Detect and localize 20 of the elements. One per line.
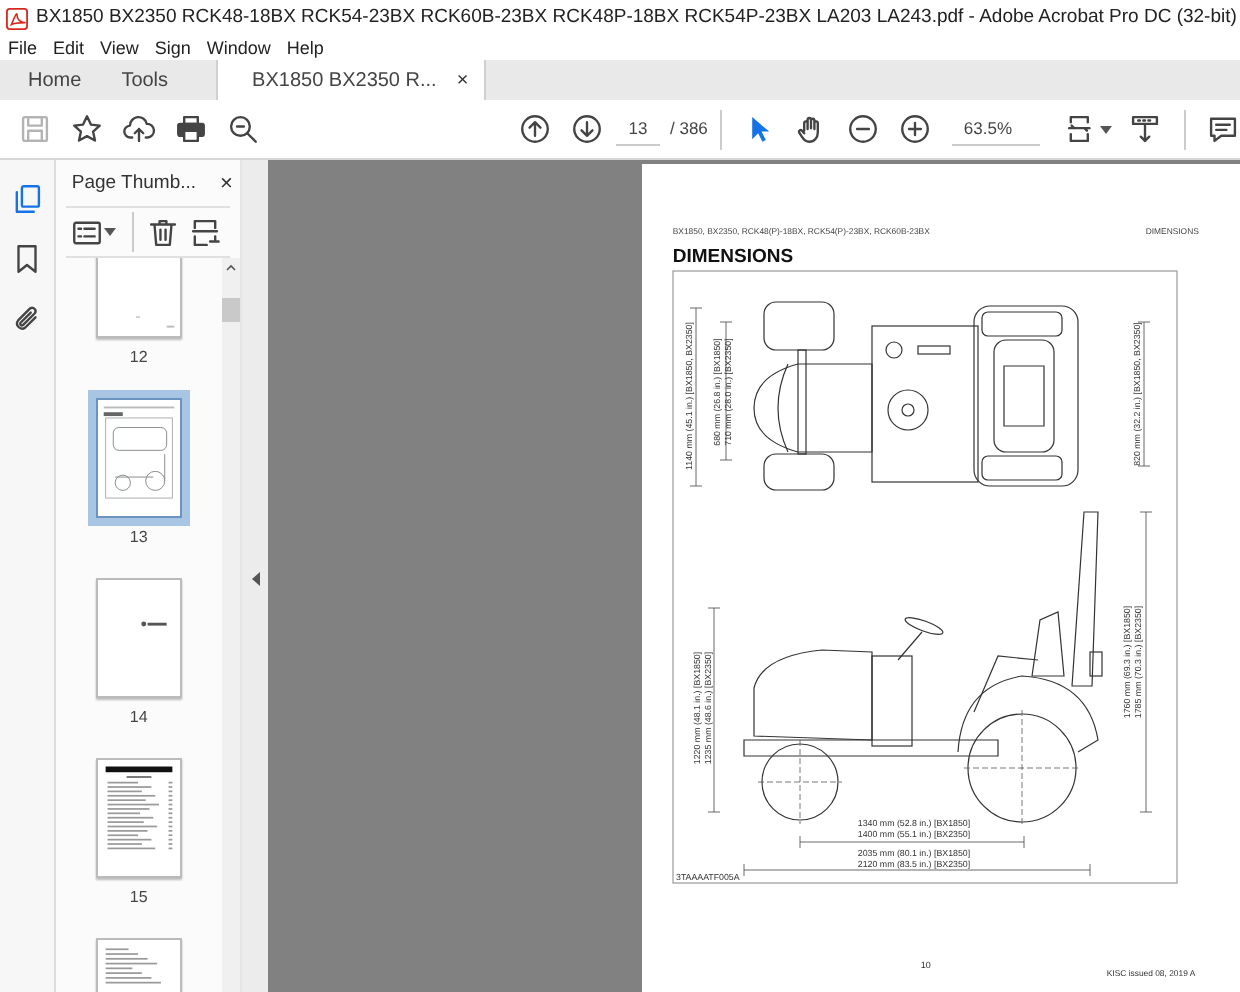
page-number-label: 15 [129,886,148,910]
page-number-label: 13 [129,526,148,550]
close-panel-button[interactable]: × [220,167,233,201]
tab[interactable]: BX1850 BX2350 R... × [216,60,487,100]
zoom-dropdown[interactable]: 63.5% [951,112,1040,146]
menu-item[interactable]: View [100,35,139,63]
tab[interactable]: Home [8,60,102,100]
panel-title: Page Thumb... [71,169,197,198]
menu-item[interactable]: File [8,35,38,63]
close-tab-button[interactable]: × [456,65,469,95]
menu-item[interactable]: Sign [154,35,191,63]
menu-item[interactable]: Help [286,35,324,63]
page-number-label: 12 [129,346,148,370]
page-number-label: 14 [129,706,148,730]
page-count: / 386 [670,116,708,142]
tab[interactable]: Tools [101,60,189,100]
menu-item[interactable]: Window [206,35,271,63]
window-title: BX1850 BX2350 RCK48-18BX RCK54-23BX RCK60B-23BX RCK48P-18BX RCK54P-23BX LA203 LA243.pdf - Adobe Acrobat Pro DC (32-bit) [36,3,1237,32]
section-heading: DIMENSIONS [672,246,796,268]
menu-item[interactable]: Edit [53,35,85,63]
